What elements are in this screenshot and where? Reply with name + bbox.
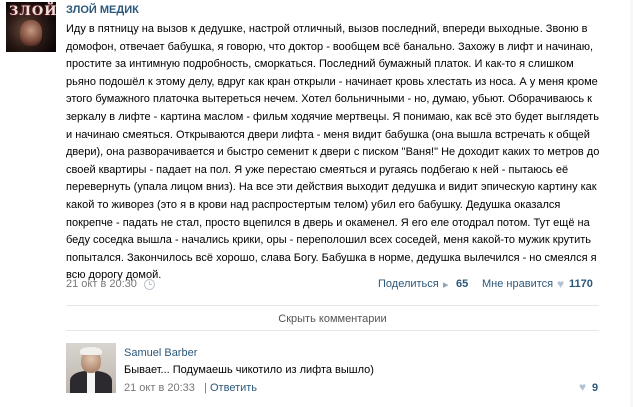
hide-comments-button[interactable]: Скрыть комментарии xyxy=(66,305,599,331)
avatar-shirt xyxy=(87,372,95,393)
heart-icon[interactable]: ♥ xyxy=(557,277,564,291)
heart-icon[interactable]: ♥ xyxy=(579,380,586,394)
post-time[interactable]: 21 окт в 20:30 xyxy=(66,278,137,290)
post-text: Иду в пятницу на вызов к дедушке, настро… xyxy=(66,23,600,282)
avatar-hair xyxy=(80,347,102,355)
avatar-face xyxy=(20,20,42,46)
comment-author-name[interactable]: Samuel Barber xyxy=(124,347,197,359)
comment-text: Бывает... Подумаешь чикотило из лифта вы… xyxy=(124,364,374,376)
post-author-name[interactable]: ЗЛОЙ МЕДИК xyxy=(66,4,139,16)
avatar-logo-text: ЗЛОЙ xyxy=(9,4,56,19)
like-count[interactable]: 1170 xyxy=(569,278,593,290)
reply-button[interactable]: Ответить xyxy=(210,382,257,394)
comment-time[interactable]: 21 окт в 20:33 xyxy=(124,382,195,394)
megaphone-icon[interactable]: ▸ xyxy=(443,278,449,291)
share-button[interactable]: Поделиться xyxy=(378,278,439,290)
post-author-avatar[interactable]: ЗЛОЙ xyxy=(6,2,56,52)
comment-author-avatar[interactable] xyxy=(66,343,116,393)
comment-separator: | xyxy=(204,382,207,394)
like-button[interactable]: Мне нравится xyxy=(482,278,553,290)
comment-like-count[interactable]: 9 xyxy=(592,382,598,394)
clock-icon xyxy=(144,279,155,290)
post-meta-row: 21 окт в 20:30 Поделиться ▸ 65 Мне нрави… xyxy=(66,277,599,293)
share-count[interactable]: 65 xyxy=(456,278,468,290)
